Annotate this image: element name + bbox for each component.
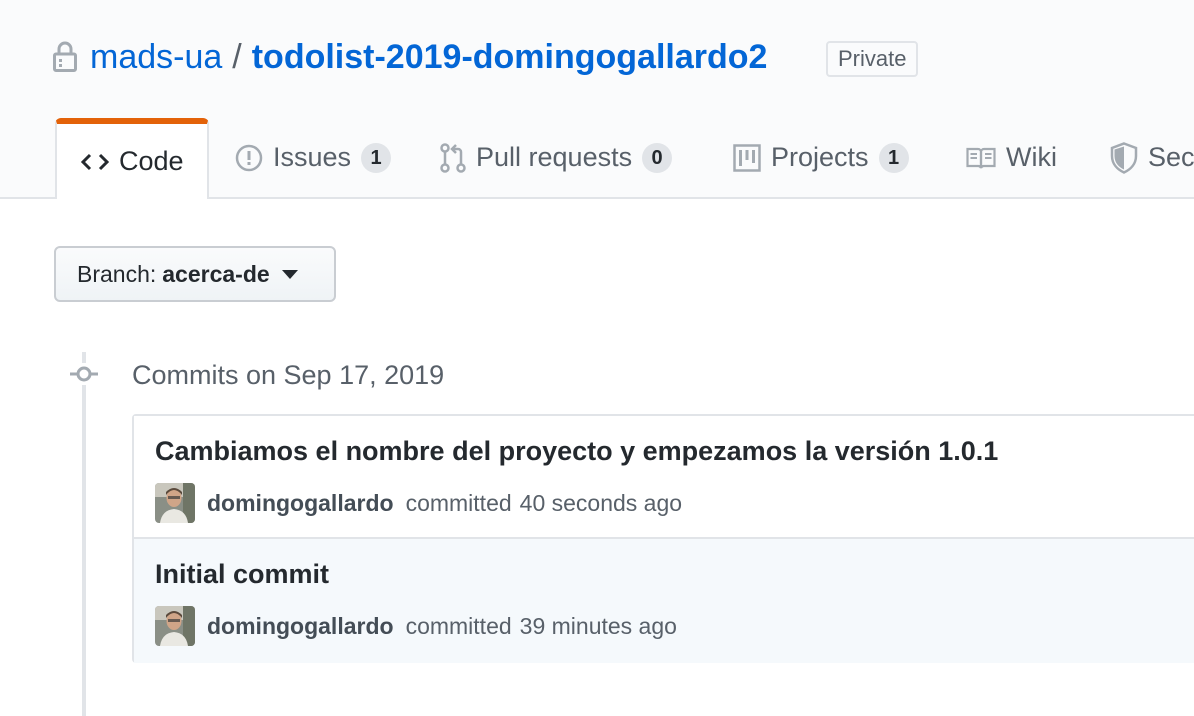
tab-label: Wiki [1006, 142, 1057, 172]
tab-issues[interactable]: Issues 1 [235, 118, 392, 197]
private-badge: Private [826, 41, 919, 77]
commit-message-link[interactable]: Initial commit [155, 559, 329, 590]
timeline-line [82, 352, 86, 716]
tab-projects[interactable]: Projects 1 [733, 118, 909, 197]
tab-label: Pull requests [476, 142, 633, 172]
commit-author-link[interactable]: domingogallardo [207, 613, 394, 640]
project-icon [733, 143, 761, 172]
repo-nav-tabs: Code Issues 1 Pull requests 0 Projects 1… [0, 118, 1194, 199]
tab-label: Issues [273, 142, 352, 172]
branch-name: acerca-de [162, 260, 270, 287]
commit-message-link[interactable]: Cambiamos el nombre del proyecto y empez… [155, 436, 998, 467]
commit-author-link[interactable]: domingogallardo [207, 490, 394, 517]
git-pull-request-icon [440, 142, 466, 173]
commit-list: Cambiamos el nombre del proyecto y empez… [132, 414, 1194, 663]
chevron-down-icon [281, 269, 298, 279]
commit-time: 40 seconds ago [519, 489, 683, 516]
tab-security[interactable]: Sec [1110, 118, 1194, 197]
commit-meta: domingogallardo committed 39 minutes ago [155, 606, 677, 646]
book-icon [966, 147, 996, 169]
lock-icon [53, 41, 77, 72]
shield-icon [1110, 141, 1138, 174]
branch-prefix: Branch: [77, 260, 157, 287]
commit-item: Cambiamos el nombre del proyecto y empez… [134, 416, 1194, 539]
git-commit-icon [68, 363, 100, 385]
commit-item: Initial commit domingogallardo committed… [134, 539, 1194, 663]
commit-time: 39 minutes ago [519, 612, 677, 639]
issue-opened-icon [235, 144, 263, 171]
commit-group-title: Commits on Sep 17, 2019 [132, 360, 445, 390]
avatar[interactable] [155, 483, 195, 523]
code-icon [81, 153, 109, 170]
repo-name-link[interactable]: todolist-2019-domingogallardo2 [252, 38, 768, 76]
commit-meta: domingogallardo committed 40 seconds ago [155, 483, 682, 523]
branch-select-button[interactable]: Branch: acerca-de [54, 246, 336, 302]
tab-label: Projects [771, 142, 869, 172]
repo-header: mads-ua / todolist-2019-domingogallardo2 P… [0, 0, 1194, 199]
pull-requests-counter: 0 [642, 142, 673, 173]
path-separator: / [232, 38, 242, 76]
issues-counter: 1 [361, 142, 392, 173]
tab-code[interactable]: Code [55, 118, 209, 199]
tab-pull-requests[interactable]: Pull requests 0 [440, 118, 673, 197]
commit-action: committed [405, 612, 512, 639]
repo-owner-link[interactable]: mads-ua [90, 38, 222, 76]
tab-label: Sec [1148, 142, 1194, 172]
commit-action: committed [405, 489, 512, 516]
tab-label: Code [119, 146, 184, 176]
projects-counter: 1 [878, 142, 909, 173]
repo-title: mads-ua / todolist-2019-domingogallardo2 [90, 33, 767, 81]
avatar[interactable] [155, 606, 195, 646]
tab-wiki[interactable]: Wiki [966, 118, 1057, 197]
